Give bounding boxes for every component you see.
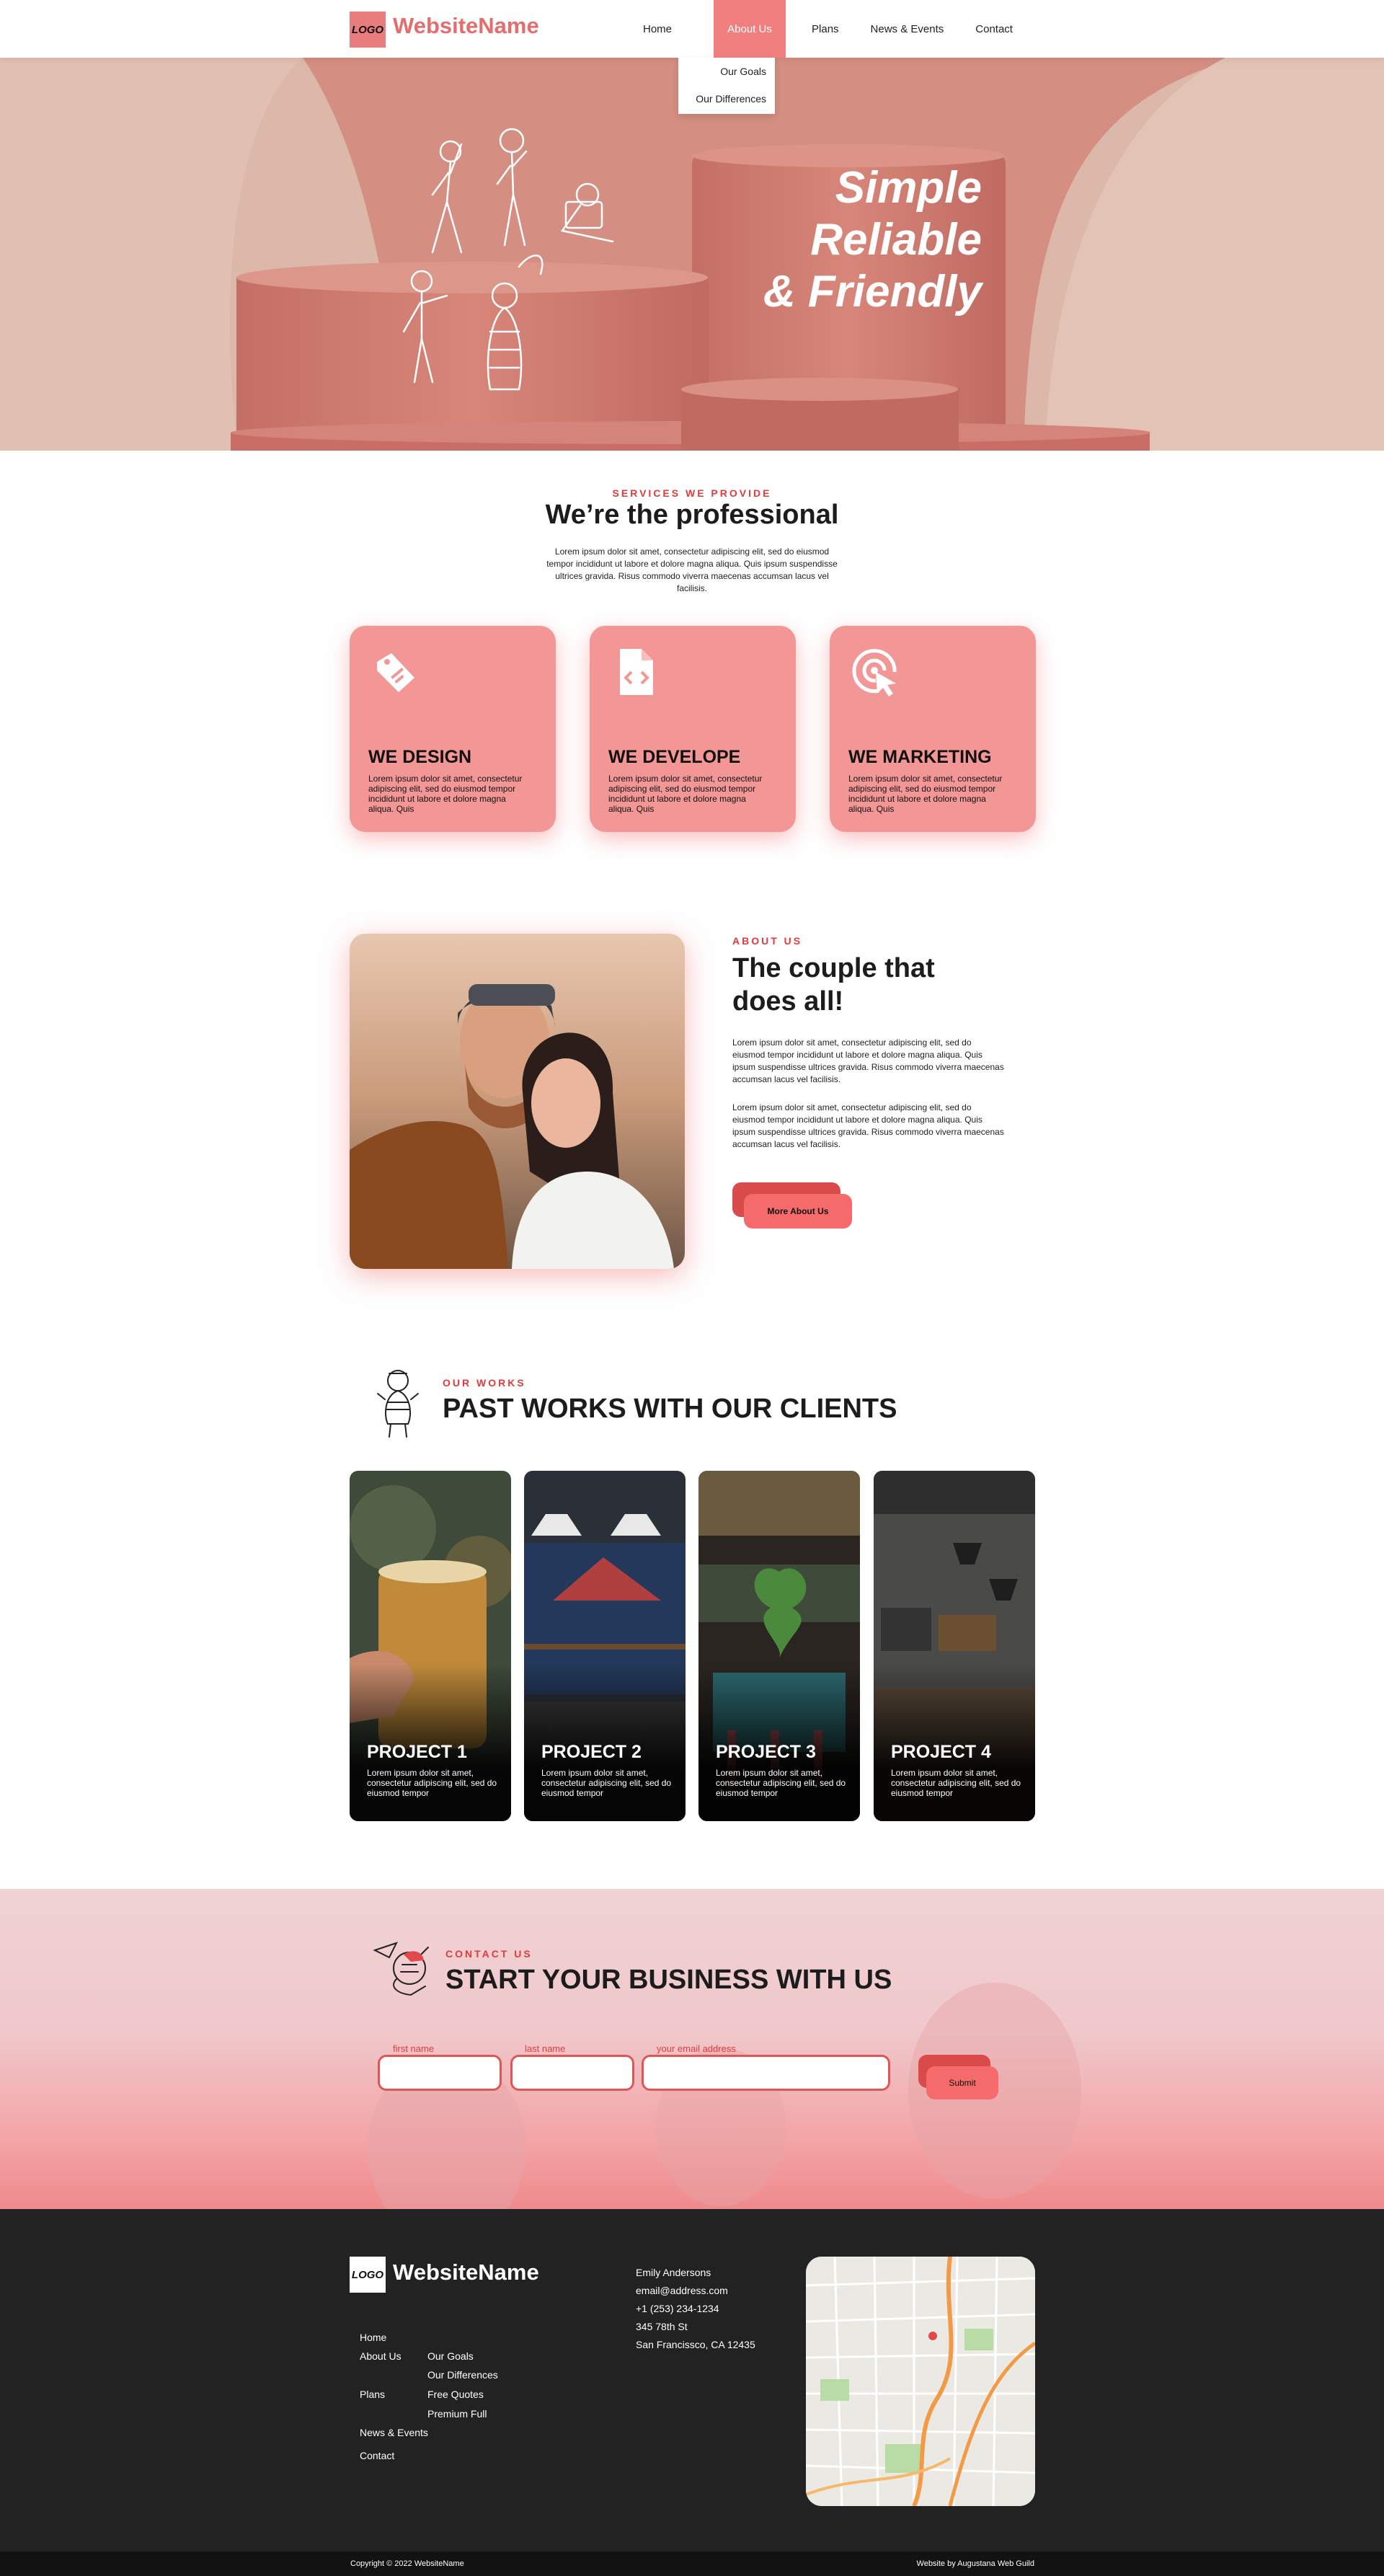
target-click-icon [852,649,897,696]
project-card-3[interactable]: PROJECT 3 Lorem ipsum dolor sit amet, co… [698,1471,860,1821]
footer-link-plans[interactable]: Plans [360,2389,385,2400]
service-card-design[interactable]: WE DESIGN Lorem ipsum dolor sit amet, co… [350,626,556,832]
contact-title: START YOUR BUSINESS WITH US [445,1965,892,1995]
last-name-input[interactable] [510,2055,634,2091]
site-name[interactable]: WebsiteName [393,13,539,39]
more-about-us-button[interactable]: More About Us [744,1194,852,1229]
footer [0,2209,1384,2551]
logo[interactable]: LOGO [350,12,386,48]
contact-name: Emily Andersons [636,2267,711,2278]
nav-item-news-events[interactable]: News & Events [855,0,960,58]
email-input[interactable] [642,2055,890,2091]
contact-street: 345 78th St [636,2321,688,2332]
copyright-text: Copyright © 2022 WebsiteName [350,2559,464,2568]
footer-link-home[interactable]: Home [360,2332,386,2343]
about-paragraph-1: Lorem ipsum dolor sit amet, consectetur … [732,1037,1004,1084]
hero-line-2: Reliable [810,215,982,265]
works-title: PAST WORKS WITH OUR CLIENTS [443,1394,897,1424]
contact-phone[interactable]: +1 (253) 234-1234 [636,2303,719,2314]
service-card-marketing[interactable]: WE MARKETING Lorem ipsum dolor sit amet,… [830,626,1036,832]
works-eyebrow: OUR WORKS [443,1377,526,1389]
services-text: Lorem ipsum dolor sit amet, consectetur … [546,546,838,593]
nav-item-contact[interactable]: Contact [959,0,1029,58]
project-card-2[interactable]: PROJECT 2 Lorem ipsum dolor sit amet, co… [524,1471,686,1821]
contact-city: San Francissco, CA 12435 [636,2339,755,2350]
first-name-input[interactable] [378,2055,502,2091]
footer-link-news-events[interactable]: News & Events [360,2427,428,2438]
location-map[interactable] [806,2257,1035,2506]
about-eyebrow: ABOUT US [732,935,803,947]
last-name-label: last name [525,2043,566,2054]
project-title: PROJECT 4 [891,1742,991,1762]
nav-menu: Home About Us Plans News & Events Contac… [627,0,1029,58]
services-eyebrow: SERVICES WE PROVIDE [612,487,772,499]
project-text: Lorem ipsum dolor sit amet, consectetur … [541,1768,672,1798]
nav-item-plans[interactable]: Plans [796,0,855,58]
top-nav: LOGO WebsiteName Home About Us Plans New… [0,0,1384,58]
project-text: Lorem ipsum dolor sit amet, consectetur … [367,1768,497,1798]
footer-link-our-goals[interactable]: Our Goals [427,2350,474,2362]
dropdown-item-our-differences[interactable]: Our Differences [678,85,775,112]
credit-text[interactable]: Website by Augustana Web Guild [917,2559,1034,2568]
rocket-illustration-icon [373,1942,429,1996]
nav-item-about-us[interactable]: About Us [714,0,786,58]
hero-background [0,58,1384,451]
dropdown-item-our-goals[interactable]: Our Goals [678,58,775,85]
contact-eyebrow: CONTACT US [445,1948,533,1960]
about-paragraph-2: Lorem ipsum dolor sit amet, consectetur … [732,1102,1004,1149]
first-name-label: first name [393,2043,435,2054]
about-dropdown: Our Goals Our Differences [678,58,775,114]
hero-line-3: & Friendly [763,267,982,317]
project-card-1[interactable]: PROJECT 1 Lorem ipsum dolor sit amet, co… [350,1471,511,1821]
footer-bottom-bar: Copyright © 2022 WebsiteName Website by … [0,2551,1384,2576]
email-label: your email address [657,2043,736,2054]
project-title: PROJECT 2 [541,1742,642,1762]
card-text: Lorem ipsum dolor sit amet, consectetur … [848,774,1003,814]
project-title: PROJECT 1 [367,1742,467,1762]
footer-link-about-us[interactable]: About Us [360,2350,402,2362]
card-title: WE DESIGN [368,747,472,767]
project-title: PROJECT 3 [716,1742,816,1762]
hero-banner: Simple Reliable & Friendly [0,58,1384,451]
services-title: We’re the professional [545,500,839,530]
worker-illustration-icon [377,1370,419,1438]
project-text: Lorem ipsum dolor sit amet, consectetur … [716,1768,846,1798]
card-text: Lorem ipsum dolor sit amet, consectetur … [368,774,523,814]
tag-icon [377,653,414,692]
hero-headline: Simple Reliable & Friendly [763,162,982,318]
service-card-develope[interactable]: WE DEVELOPE Lorem ipsum dolor sit amet, … [590,626,796,832]
footer-logo[interactable]: LOGO [350,2257,386,2293]
footer-site-name[interactable]: WebsiteName [393,2259,539,2285]
card-title: WE MARKETING [848,747,992,767]
project-card-4[interactable]: PROJECT 4 Lorem ipsum dolor sit amet, co… [874,1471,1035,1821]
footer-link-contact[interactable]: Contact [360,2450,394,2461]
code-file-icon [620,649,653,695]
footer-link-free-quotes[interactable]: Free Quotes [427,2389,484,2400]
contact-email[interactable]: email@address.com [636,2285,728,2296]
card-text: Lorem ipsum dolor sit amet, consectetur … [608,774,763,814]
submit-button[interactable]: Submit [926,2066,998,2099]
couple-photo [350,934,685,1269]
nav-item-home[interactable]: Home [627,0,688,58]
footer-link-our-differences[interactable]: Our Differences [427,2369,498,2381]
about-title: The couple that does all! [732,953,935,1017]
card-title: WE DEVELOPE [608,747,741,767]
project-text: Lorem ipsum dolor sit amet, consectetur … [891,1768,1021,1798]
map-graphic [806,2257,1035,2506]
footer-link-premium-full[interactable]: Premium Full [427,2408,487,2420]
hero-line-1: Simple [835,163,982,213]
